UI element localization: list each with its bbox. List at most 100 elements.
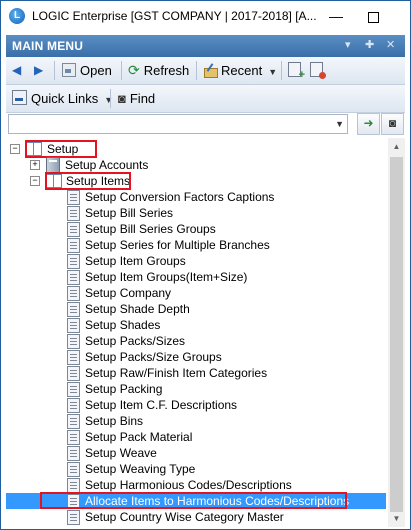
tree-item-label: Setup Pack Material <box>85 430 193 444</box>
toolbar-separator <box>196 61 197 80</box>
app-window: L LOGIC Enterprise [GST COMPANY | 2017-2… <box>0 0 411 530</box>
panel-dropdown-icon[interactable]: ▾ <box>345 38 351 51</box>
tree-item[interactable]: Setup Raw/Finish Item Categories <box>6 365 386 381</box>
tree-item[interactable]: Setup Pack Material <box>6 429 386 445</box>
menu-tree: − Setup + Setup Accounts − Setup Items S… <box>6 136 386 526</box>
tree-item[interactable]: Setup Bins <box>6 413 386 429</box>
binoculars-icon: ◙ <box>118 91 126 106</box>
collapse-icon[interactable]: − <box>30 176 40 186</box>
open-label: Open <box>80 63 112 78</box>
tree-item[interactable]: Setup Company <box>6 285 386 301</box>
scroll-down-icon[interactable]: ▼ <box>388 510 405 527</box>
tree-item[interactable]: Setup Conversion Factors Captions <box>6 189 386 205</box>
tree-item[interactable]: Setup Packing <box>6 381 386 397</box>
scroll-up-icon[interactable]: ▲ <box>388 138 405 155</box>
tree-item[interactable]: Setup Item Groups(Item+Size) <box>6 269 386 285</box>
maximize-icon <box>367 11 379 23</box>
remove-document-icon <box>310 62 326 79</box>
chevron-down-icon: ▼ <box>104 95 114 105</box>
collapse-icon[interactable]: − <box>10 144 20 154</box>
recent-button[interactable]: Recent ▼ <box>203 61 277 80</box>
toolbar-separator <box>281 61 282 80</box>
main-toolbar: ◀ ▶ Open ⟳ Refresh Recent ▼ <box>6 57 405 85</box>
tree-item[interactable]: Setup Item Groups <box>6 253 386 269</box>
tree-item-label: Setup Packs/Sizes <box>85 334 186 348</box>
minimize-button[interactable]: — <box>321 4 351 28</box>
highlight-box <box>40 492 347 509</box>
recent-icon <box>203 63 218 78</box>
highlight-box <box>45 172 131 190</box>
tree-item[interactable]: Setup Item C.F. Descriptions <box>6 397 386 413</box>
highlight-box <box>25 140 97 158</box>
chevron-down-icon: ▼ <box>268 67 278 77</box>
refresh-icon: ⟳ <box>128 62 140 78</box>
document-icon <box>67 318 80 333</box>
add-document-button[interactable] <box>288 61 305 81</box>
main-menu-header: MAIN MENU ▾ ✚ ✕ <box>6 35 405 57</box>
tree-item-label: Setup Conversion Factors Captions <box>85 190 275 204</box>
find-label: Find <box>129 91 156 106</box>
document-icon <box>67 302 80 317</box>
toolbar-separator <box>54 61 55 80</box>
tree-node-setup-accounts[interactable]: + Setup Accounts <box>6 157 386 174</box>
tree-item[interactable]: Setup Packs/Sizes <box>6 333 386 349</box>
tree-item[interactable]: Setup Harmonious Codes/Descriptions <box>6 477 386 493</box>
tree-item-label: Setup Company <box>85 286 172 300</box>
tree-item[interactable]: Setup Series for Multiple Branches <box>6 237 386 253</box>
document-icon <box>67 270 80 285</box>
tree-item[interactable]: Setup Shade Depth <box>6 301 386 317</box>
search-row: ▼ ➜ ◙ <box>6 113 405 135</box>
title-bar: L LOGIC Enterprise [GST COMPANY | 2017-2… <box>1 1 410 31</box>
panel-close-icon[interactable]: ✕ <box>386 38 395 51</box>
document-icon <box>67 478 80 493</box>
forward-button[interactable]: ▶ <box>34 61 43 80</box>
refresh-button[interactable]: ⟳ Refresh <box>128 61 189 80</box>
tree-item-label: Setup Bill Series Groups <box>85 222 216 236</box>
document-icon <box>67 382 80 397</box>
open-button[interactable]: Open <box>62 61 112 80</box>
search-combobox[interactable]: ▼ <box>8 114 348 134</box>
document-icon <box>67 334 80 349</box>
panel-pin-icon[interactable]: ✚ <box>365 38 374 51</box>
tree-item[interactable]: Setup Weave <box>6 445 386 461</box>
scroll-thumb[interactable] <box>390 157 403 512</box>
find-button[interactable]: ◙ Find <box>118 89 155 108</box>
remove-document-button[interactable] <box>310 61 327 80</box>
search-input[interactable] <box>9 115 335 133</box>
tree-item[interactable]: Setup Shades <box>6 317 386 333</box>
go-button[interactable]: ➜ <box>357 113 380 135</box>
document-icon <box>67 366 80 381</box>
secondary-toolbar: Quick Links ▼ ◙ Find <box>6 85 405 113</box>
tree-item-label: Setup Bins <box>85 414 144 428</box>
document-icon <box>67 222 80 237</box>
search-find-button[interactable]: ◙ <box>381 113 404 135</box>
open-icon <box>62 63 76 77</box>
tree-item-label: Setup Raw/Finish Item Categories <box>85 366 268 380</box>
maximize-button[interactable] <box>358 4 388 28</box>
document-icon <box>67 510 80 525</box>
tree-item[interactable]: Setup Packs/Size Groups <box>6 349 386 365</box>
document-icon <box>67 286 80 301</box>
tree-item[interactable]: Setup Country Wise Category Master <box>6 509 386 525</box>
toolbar-separator <box>121 61 122 80</box>
tree-item-label: Setup Country Wise Category Master <box>85 510 284 524</box>
tree-item-label: Setup Packs/Size Groups <box>85 350 222 364</box>
tree-item[interactable]: Setup Bill Series <box>6 205 386 221</box>
chevron-down-icon[interactable]: ▼ <box>335 116 344 132</box>
tree-item-label: Setup Item Groups <box>85 254 186 268</box>
tree-item[interactable]: Setup Bill Series Groups <box>6 221 386 237</box>
vertical-scrollbar[interactable]: ▲ ▼ <box>388 138 405 527</box>
quick-links-icon <box>12 90 27 105</box>
tree-item-label: Setup Series for Multiple Branches <box>85 238 270 252</box>
quick-links-label: Quick Links <box>31 91 99 106</box>
tree-item-label: Setup Bill Series <box>85 206 174 220</box>
document-icon <box>67 462 80 477</box>
expand-icon[interactable]: + <box>30 160 40 170</box>
refresh-label: Refresh <box>143 63 190 78</box>
recent-label: Recent <box>221 63 263 78</box>
back-button[interactable]: ◀ <box>12 61 21 80</box>
tree-item[interactable]: Setup Weaving Type <box>6 461 386 477</box>
tree-item-label: Setup Weave <box>85 446 157 460</box>
quick-links-button[interactable]: Quick Links ▼ <box>12 89 113 108</box>
document-icon <box>67 430 80 445</box>
